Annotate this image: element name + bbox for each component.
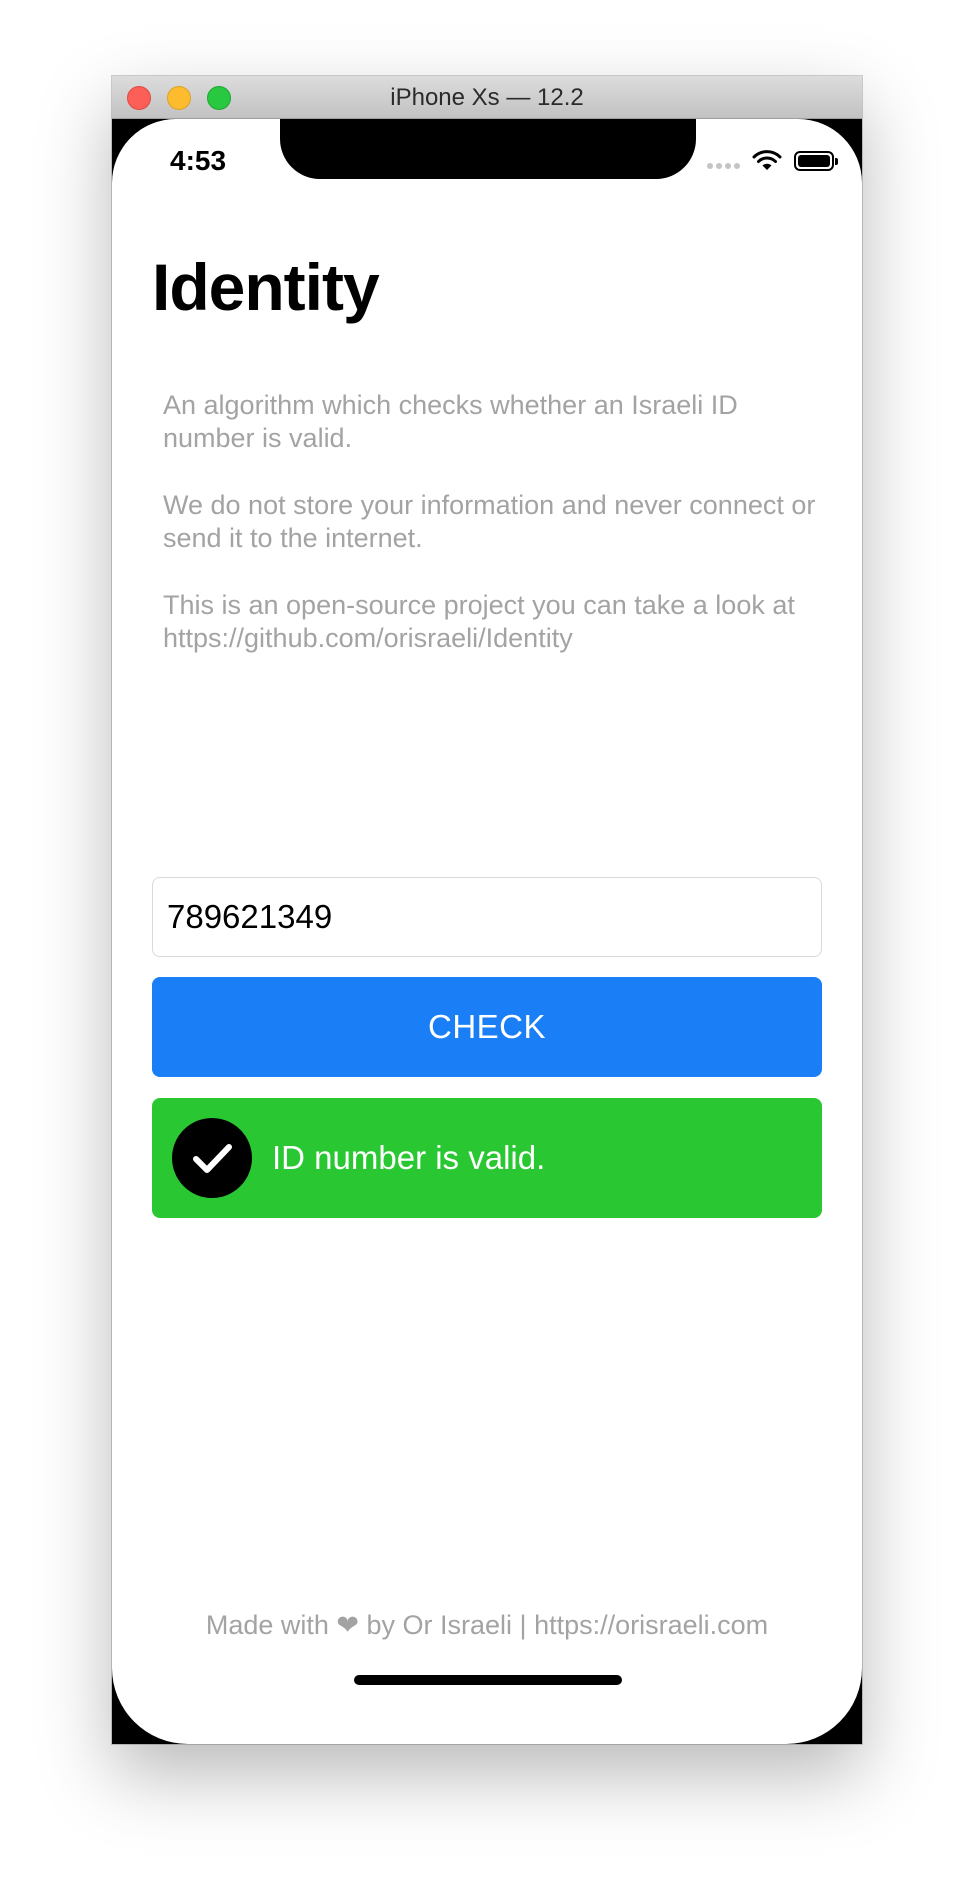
id-number-input[interactable]	[152, 877, 822, 957]
result-message: ID number is valid.	[272, 1139, 546, 1176]
device-notch	[280, 119, 696, 179]
footer-credit: Made with ❤ by Or Israeli | https://oris…	[205, 1610, 769, 1640]
status-bar-time: 4:53	[170, 145, 227, 176]
page-title: Identity	[152, 250, 380, 324]
check-button[interactable]: CHECK	[152, 977, 822, 1077]
description: An algorithm which checks whether an Isr…	[163, 389, 823, 689]
result-banner: ID number is valid.	[152, 1098, 822, 1218]
window-titlebar[interactable]: iPhone Xs — 12.2	[112, 76, 862, 119]
description-paragraph: An algorithm which checks whether an Isr…	[163, 390, 738, 453]
description-paragraph: We do not store your information and nev…	[163, 490, 816, 553]
description-paragraph: This is an open-source project you can t…	[163, 590, 795, 653]
status-bar-icons	[707, 149, 838, 173]
wifi-icon	[752, 150, 782, 170]
device-screen: 4:53 Identity An algorithm which checks …	[112, 119, 862, 1744]
battery-icon	[794, 151, 838, 171]
signal-dots-icon	[707, 163, 740, 169]
simulator-window: iPhone Xs — 12.2 4:53 Identity An algori…	[112, 76, 862, 1744]
checkmark-icon	[172, 1118, 252, 1198]
window-title: iPhone Xs — 12.2	[390, 84, 584, 111]
home-indicator[interactable]	[354, 1675, 622, 1685]
